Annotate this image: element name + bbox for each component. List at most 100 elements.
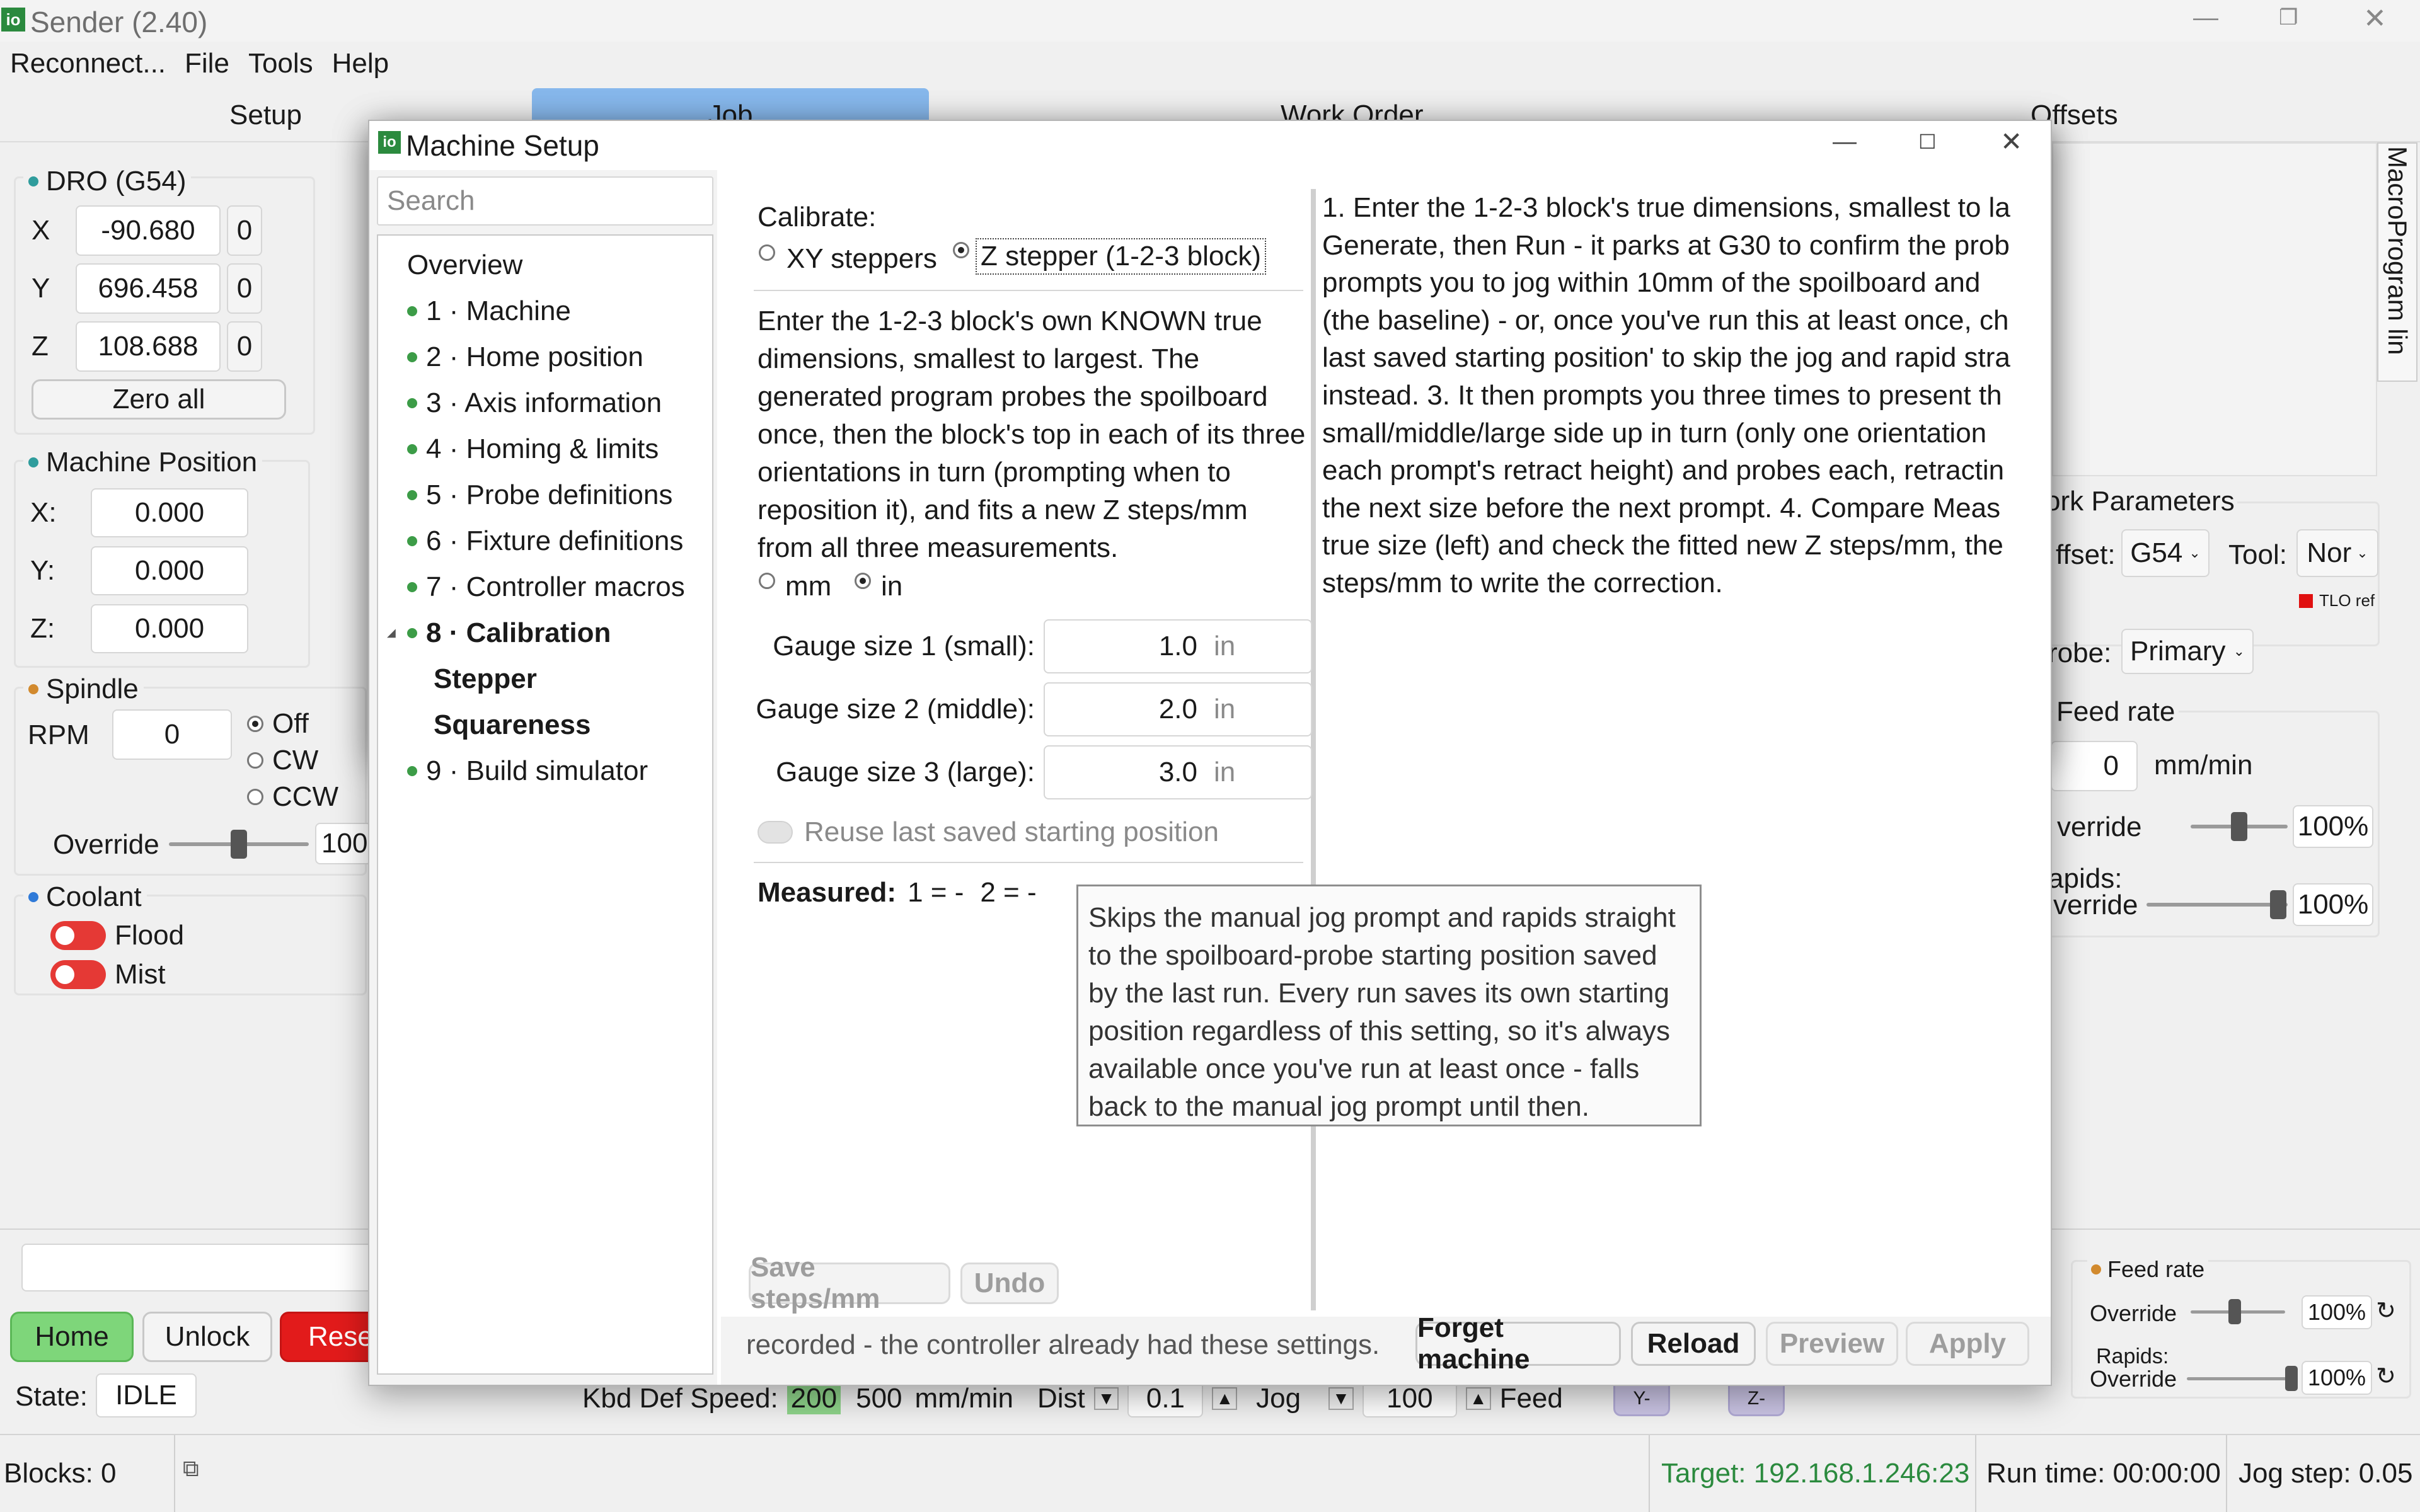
nav-tree-item[interactable]: Stepper <box>378 656 712 702</box>
gauge-unit: in <box>1214 757 1236 788</box>
zero-all-button[interactable]: Zero all <box>32 379 286 420</box>
dist-up-icon[interactable]: ▲ <box>1212 1387 1238 1410</box>
bottom-rapids-slider[interactable] <box>2187 1363 2298 1394</box>
nav-tree-item[interactable]: 4 · Homing & limits <box>378 426 712 472</box>
unlock-button[interactable]: Unlock <box>142 1312 272 1362</box>
nav-tree-item[interactable]: Squareness <box>378 702 712 748</box>
probe-select[interactable]: Primary ⌄ <box>2121 629 2254 674</box>
kbd-speed-200[interactable]: 200 <box>786 1383 841 1414</box>
menu-tools[interactable]: Tools <box>248 48 313 79</box>
z-stepper-radio[interactable] <box>953 242 969 258</box>
reuse-toggle[interactable] <box>758 821 793 844</box>
menu-reconnect[interactable]: Reconnect... <box>10 48 166 79</box>
spindle-rpm-input[interactable]: 0 <box>112 709 232 760</box>
mist-toggle[interactable] <box>50 960 106 989</box>
menu-file[interactable]: File <box>185 48 229 79</box>
nav-tree-item[interactable]: 6 · Fixture definitions <box>378 518 712 564</box>
slider-thumb[interactable] <box>231 830 247 859</box>
tool-select[interactable]: Nor ⌄ <box>2296 529 2378 577</box>
status-dot-icon <box>407 536 417 546</box>
nav-tree-item[interactable]: ◢ 8 · Calibration <box>378 610 712 656</box>
home-button[interactable]: Home <box>10 1312 134 1362</box>
spindle-ccw-radio[interactable] <box>247 789 263 805</box>
feed-label: Feed <box>1499 1383 1563 1414</box>
gauge-label: Gauge size 2 (middle): <box>756 694 1035 724</box>
spindle-off-radio[interactable] <box>247 716 263 732</box>
calibrate-xy-option[interactable]: XY steppers <box>759 243 937 275</box>
slider-thumb[interactable] <box>2228 1299 2241 1324</box>
dro-rows: X -90.680 0 Y 696.458 0 Z 108.688 0 <box>32 202 262 375</box>
dro-y-zero-button[interactable]: 0 <box>227 263 262 314</box>
reset-button[interactable]: Rese <box>280 1312 381 1362</box>
target-address: Target: 192.168.1.246:23 <box>1661 1458 1970 1489</box>
save-steps-button[interactable]: Save steps/mm <box>749 1252 950 1314</box>
mdi-input[interactable] <box>21 1244 374 1292</box>
spindle-cw-radio[interactable] <box>247 752 263 769</box>
unit-mm-radio[interactable] <box>759 573 775 589</box>
gauge-row: Gauge size 1 (small): 1.0 in <box>754 615 1313 678</box>
kbd-speed-500[interactable]: 500 <box>856 1383 902 1414</box>
forget-machine-button[interactable]: Forget machine <box>1415 1312 1621 1375</box>
dialog-maximize-icon[interactable]: ☐ <box>1918 130 1937 154</box>
slider-thumb[interactable] <box>2270 890 2286 919</box>
dro-z-zero-button[interactable]: 0 <box>227 321 262 372</box>
chevron-down-icon: ⌄ <box>2233 643 2245 659</box>
instruction-line: small/middle/large side up in turn (only… <box>1322 417 1987 449</box>
reload-button[interactable]: Reload <box>1631 1322 1756 1366</box>
preview-button[interactable]: Preview <box>1766 1322 1898 1366</box>
gauge-1-input[interactable]: 1.0 in <box>1044 619 1312 673</box>
bottom-reset-rapids-icon[interactable]: ↻ <box>2376 1362 2396 1390</box>
gauge-3-input[interactable]: 3.0 in <box>1044 745 1312 799</box>
jog-z-minus-button[interactable]: Z- <box>1728 1382 1785 1416</box>
menu-help[interactable]: Help <box>332 48 389 79</box>
jog-down-icon[interactable]: ▼ <box>1328 1387 1354 1410</box>
unit-in-radio[interactable] <box>855 573 871 589</box>
feed-override-slider[interactable] <box>2191 808 2288 845</box>
nav-tree-item[interactable]: 5 · Probe definitions <box>378 472 712 518</box>
status-bar: Blocks: 0 ⧉ Target: 192.168.1.246:23 Run… <box>0 1434 2420 1512</box>
search-input[interactable]: Search <box>377 176 713 226</box>
flood-toggle[interactable] <box>50 921 106 950</box>
rapids-override-slider[interactable] <box>2146 886 2288 924</box>
side-tab-macro-program[interactable]: MacroProgram lin <box>2377 142 2417 382</box>
jog-up-icon[interactable]: ▲ <box>1465 1387 1491 1410</box>
calibrate-z-option[interactable]: Z stepper (1-2-3 block) <box>953 238 1267 275</box>
slider-thumb[interactable] <box>2285 1366 2298 1391</box>
bottom-override-slider[interactable] <box>2191 1297 2285 1327</box>
nav-tree-item[interactable]: 9 · Build simulator <box>378 748 712 794</box>
dro-x-zero-button[interactable]: 0 <box>227 205 262 256</box>
z-stepper-label: Z stepper (1-2-3 block) <box>976 238 1267 275</box>
dist-down-icon[interactable]: ▼ <box>1093 1387 1119 1410</box>
spindle-override-slider[interactable] <box>169 825 309 863</box>
xy-steppers-radio[interactable] <box>759 244 775 261</box>
nav-tree-item[interactable]: Overview <box>378 242 712 288</box>
close-icon[interactable]: ✕ <box>2363 3 2387 35</box>
dro-status-dot <box>28 176 38 186</box>
dialog-minimize-icon[interactable]: — <box>1833 129 1857 156</box>
app-title: Sender (2.40) <box>30 6 208 38</box>
bottom-reset-override-icon[interactable]: ↻ <box>2376 1297 2396 1325</box>
nav-tree-item[interactable]: 2 · Home position <box>378 334 712 380</box>
tab-setup[interactable]: Setup <box>229 100 302 131</box>
tlo-ref-label: TLO ref <box>2319 591 2375 610</box>
nav-tree-item[interactable]: 1 · Machine <box>378 288 712 334</box>
copy-icon[interactable]: ⧉ <box>183 1455 199 1482</box>
offset-select[interactable]: G54 ⌄ <box>2121 529 2210 577</box>
bottom-feed-title-row: Feed rate <box>2087 1256 2209 1283</box>
dialog-close-icon[interactable]: ✕ <box>2000 126 2022 157</box>
maximize-icon[interactable]: ❐ <box>2279 5 2298 30</box>
unit-in-option[interactable]: in <box>855 571 902 602</box>
instruction-line: last saved starting position' to skip th… <box>1322 342 2010 374</box>
nav-tree-item[interactable]: 3 · Axis information <box>378 380 712 426</box>
gauge-unit: in <box>1214 631 1236 662</box>
expander-icon[interactable]: ◢ <box>387 626 396 639</box>
undo-button[interactable]: Undo <box>960 1263 1059 1304</box>
apply-button[interactable]: Apply <box>1906 1322 2029 1366</box>
nav-tree-item[interactable]: 7 · Controller macros <box>378 564 712 610</box>
jog-y-minus-button[interactable]: Y- <box>1613 1382 1670 1416</box>
minimize-icon[interactable]: — <box>2193 4 2218 32</box>
unit-mm-option[interactable]: mm <box>759 571 831 602</box>
nav-tree-label: 2 · Home position <box>426 341 643 372</box>
slider-thumb[interactable] <box>2231 812 2247 841</box>
gauge-2-input[interactable]: 2.0 in <box>1044 682 1312 736</box>
